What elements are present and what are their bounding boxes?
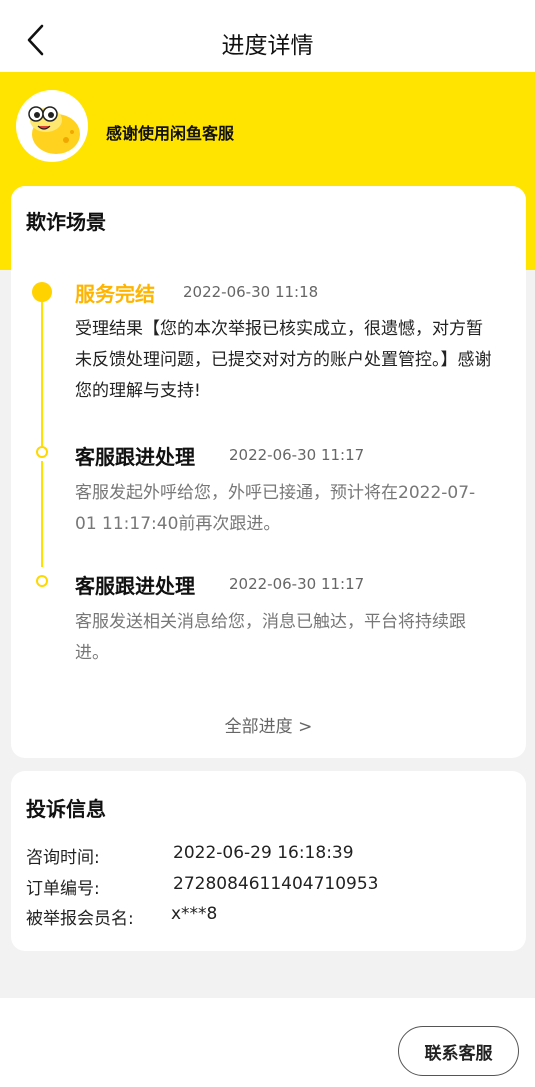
timeline-item-desc: 客服发起外呼给您，外呼已接通，预计将在2022-07-01 11:17:40前再…: [75, 483, 476, 534]
timeline-dot-active: [32, 282, 52, 302]
info-value: 2728084611404710953: [173, 874, 379, 894]
timeline-line: [41, 301, 43, 446]
timeline-item-title: 客服跟进处理: [75, 574, 195, 598]
all-progress-link[interactable]: 全部进度 >: [11, 712, 526, 737]
complaint-info-card: 投诉信息 咨询时间: 2022-06-29 16:18:39 订单编号: 272…: [11, 771, 526, 951]
page-title: 进度详情: [221, 33, 314, 59]
info-label: 被举报会员名:: [26, 909, 134, 929]
card-title: 欺诈场景: [26, 210, 106, 234]
info-label: 订单编号:: [26, 879, 100, 899]
timeline-item-title: 服务完结: [75, 282, 155, 306]
timeline-item-time: 2022-06-30 11:18: [183, 283, 319, 301]
header: 进度详情: [0, 0, 535, 72]
info-value: x***8: [171, 904, 218, 924]
timeline-line: [41, 461, 43, 567]
timeline-dot: [36, 446, 48, 458]
timeline-item-time: 2022-06-30 11:17: [229, 446, 365, 464]
timeline-item-time: 2022-06-30 11:17: [229, 575, 365, 593]
timeline-item-title: 客服跟进处理: [75, 445, 195, 469]
fraud-scene-card: 欺诈场景 服务完结 2022-06-30 11:18 受理结果【您的本次举报已核…: [11, 186, 526, 758]
xianyu-mascot-icon: [16, 90, 88, 162]
timeline-dot: [36, 575, 48, 587]
contact-support-button[interactable]: 联系客服: [398, 1026, 519, 1076]
card-title: 投诉信息: [26, 797, 106, 821]
info-value: 2022-06-29 16:18:39: [173, 843, 354, 863]
info-label: 咨询时间:: [26, 848, 100, 868]
timeline-item-desc: 受理结果【您的本次举报已核实成立，很遗憾，对方暂未反馈处理问题，已提交对对方的账…: [75, 319, 492, 401]
welcome-text: 感谢使用闲鱼客服: [106, 124, 235, 143]
timeline-item-desc: 客服发送相关消息给您，消息已触达，平台将持续跟进。: [75, 612, 466, 663]
